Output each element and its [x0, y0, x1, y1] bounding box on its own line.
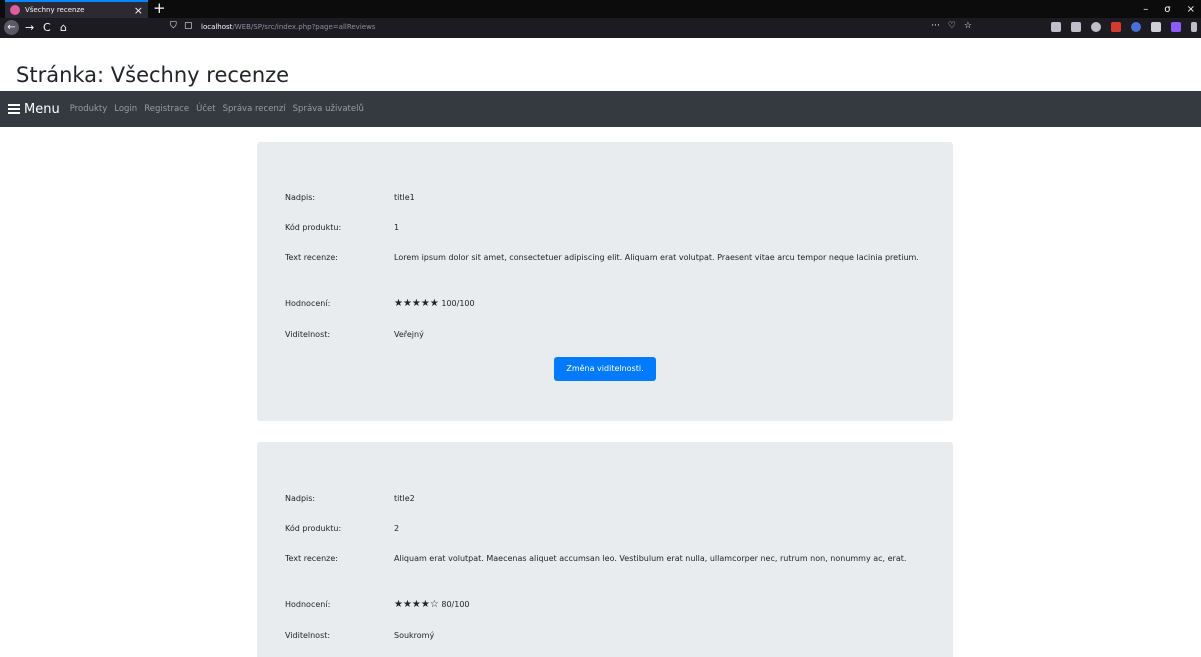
rating-label: Hodnocení:	[285, 600, 331, 609]
rating-stars-icon: ★★★★☆	[394, 599, 439, 610]
tab-close-icon[interactable]: ×	[134, 5, 143, 16]
change-visibility-button[interactable]: Změna viditelnosti.	[554, 357, 656, 381]
product-code-label: Kód produktu:	[285, 223, 342, 232]
rating-label: Hodnocení:	[285, 299, 331, 308]
review-title-row: Nadpis: title2	[285, 491, 934, 506]
rating-row: Hodnocení: ★★★★☆ 80/100	[285, 597, 934, 612]
tab-title: Všechny recenze	[25, 6, 85, 14]
review-text-label: Text recenze:	[285, 253, 338, 262]
extension-icon[interactable]	[1151, 22, 1161, 32]
site-navbar: Menu Produkty Login Registrace Účet Sprá…	[0, 91, 1201, 127]
menu-label: Menu	[24, 101, 60, 117]
extension-badge-icon[interactable]	[1131, 22, 1141, 32]
browser-tab-bar: Všechny recenze × + – σ ×	[0, 0, 1201, 18]
home-icon[interactable]: ⌂	[60, 21, 67, 34]
new-tab-button[interactable]: +	[153, 0, 166, 18]
nav-link-registrace[interactable]: Registrace	[144, 104, 189, 114]
review-title: title2	[394, 494, 415, 503]
hamburger-icon	[8, 102, 20, 116]
bookmark-star-icon[interactable]: ☆	[964, 21, 972, 31]
visibility-value: Veřejný	[394, 330, 424, 339]
rating-stars-icon: ★★★★★	[394, 298, 439, 309]
account-icon[interactable]	[1091, 22, 1101, 32]
rating-row: Hodnocení: ★★★★★ 100/100	[285, 296, 934, 311]
review-title: title1	[394, 193, 415, 202]
visibility-row: Viditelnost: Soukromý	[285, 628, 934, 643]
reload-icon[interactable]: C	[43, 21, 51, 34]
page-title: Stránka: Všechny recenze	[16, 63, 290, 87]
visibility-row: Viditelnost: Veřejný	[285, 327, 934, 342]
back-arrow-icon[interactable]: ←	[4, 20, 19, 35]
review-title-row: Nadpis: title1	[285, 190, 934, 205]
product-code: 2	[394, 524, 400, 533]
review-text-row: Text recenze: Lorem ipsum dolor sit amet…	[285, 250, 934, 265]
nav-link-sprava-recenzi[interactable]: Správa recenzí	[223, 104, 286, 114]
product-code-row: Kód produktu: 1	[285, 220, 934, 235]
minimize-button[interactable]: –	[1143, 4, 1148, 15]
review-card: Nadpis: title1 Kód produktu: 1 Text rece…	[257, 142, 953, 421]
pocket-icon[interactable]: ♡	[948, 21, 956, 31]
nav-link-login[interactable]: Login	[114, 104, 137, 114]
favicon-icon	[10, 5, 20, 15]
visibility-label: Viditelnost:	[285, 631, 331, 640]
product-code: 1	[394, 223, 400, 232]
tracking-shield-icon[interactable]: ⛉	[170, 21, 177, 31]
menu-icon[interactable]	[1191, 22, 1197, 32]
review-text-row: Text recenze: Aliquam erat volutpat. Mae…	[285, 551, 934, 566]
nav-link-sprava-uzivatelu[interactable]: Správa uživatelů	[293, 104, 364, 114]
product-code-label: Kód produktu:	[285, 524, 342, 533]
sidebar-icon[interactable]	[1071, 22, 1081, 32]
product-code-row: Kód produktu: 2	[285, 521, 934, 536]
review-text: Aliquam erat volutpat. Maecenas aliquet …	[394, 554, 907, 563]
url-actions: ··· ♡ ☆	[931, 21, 972, 31]
window-controls: – σ ×	[1143, 0, 1195, 18]
checkmark-extension-icon[interactable]	[1171, 22, 1181, 32]
maximize-button[interactable]: σ	[1164, 4, 1170, 15]
page-actions-icon[interactable]: ···	[931, 21, 940, 31]
rating-value: 100/100	[441, 299, 475, 308]
review-text-label: Text recenze:	[285, 554, 338, 563]
visibility-value: Soukromý	[394, 631, 435, 640]
review-card: Nadpis: title2 Kód produktu: 2 Text rece…	[257, 442, 953, 657]
library-icon[interactable]	[1051, 22, 1061, 32]
nav-link-ucet[interactable]: Účet	[196, 104, 215, 114]
extension-icons	[1051, 22, 1197, 32]
title-label: Nadpis:	[285, 193, 316, 202]
abp-extension-icon[interactable]	[1111, 22, 1121, 32]
url-text[interactable]: localhost/WEB/SP/src/index.php?page=allR…	[201, 23, 375, 31]
page-info-icon[interactable]: ▢	[184, 21, 193, 31]
forward-arrow-icon[interactable]: →	[25, 21, 34, 34]
nav-link-produkty[interactable]: Produkty	[70, 104, 108, 114]
browser-toolbar: ← → C ⌂ ⛉ ▢ localhost/WEB/SP/src/index.p…	[0, 18, 1201, 38]
rating-value: 80/100	[441, 600, 470, 609]
browser-tab[interactable]: Všechny recenze ×	[5, 0, 148, 18]
menu-toggle[interactable]: Menu	[8, 102, 60, 117]
address-bar[interactable]: ⛉ ▢ localhost/WEB/SP/src/index.php?page=…	[160, 20, 980, 36]
review-text: Lorem ipsum dolor sit amet, consectetuer…	[394, 253, 919, 262]
close-window-button[interactable]: ×	[1187, 4, 1195, 15]
title-label: Nadpis:	[285, 494, 316, 503]
visibility-label: Viditelnost:	[285, 330, 331, 339]
